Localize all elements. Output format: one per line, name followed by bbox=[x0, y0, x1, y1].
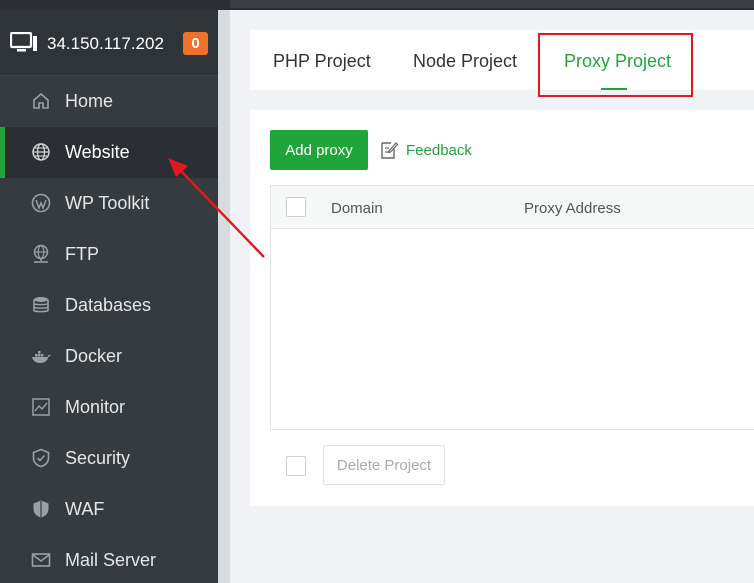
sidebar-item-security[interactable]: Security bbox=[0, 433, 218, 484]
sidebar-item-label: Website bbox=[65, 142, 130, 162]
server-monitor-icon bbox=[10, 32, 37, 52]
proxy-table: Domain Proxy Address bbox=[270, 185, 754, 430]
top-strip bbox=[0, 0, 754, 10]
shield-icon bbox=[32, 448, 50, 468]
server-header: 34.150.117.202 0 bbox=[0, 10, 218, 76]
active-indicator bbox=[0, 127, 5, 178]
home-icon bbox=[33, 92, 49, 109]
wordpress-icon bbox=[31, 193, 51, 213]
monitor-chart-icon bbox=[32, 398, 50, 416]
active-tab-underline bbox=[601, 88, 627, 90]
proxy-list-panel: Add proxy Feedback Domain Proxy Address … bbox=[250, 110, 754, 506]
sidebar: 34.150.117.202 0 Home Website WP Toolkit… bbox=[0, 10, 218, 583]
column-domain: Domain bbox=[331, 200, 383, 217]
sidebar-item-website[interactable]: Website bbox=[0, 127, 218, 178]
sidebar-item-home[interactable]: Home bbox=[0, 76, 218, 127]
server-ip: 34.150.117.202 bbox=[47, 34, 164, 53]
sidebar-item-label: Docker bbox=[65, 346, 123, 366]
sidebar-item-mail-server[interactable]: Mail Server bbox=[0, 535, 218, 583]
sidebar-item-label: FTP bbox=[65, 244, 99, 264]
sidebar-item-label: Monitor bbox=[65, 397, 126, 417]
sidebar-item-label: Home bbox=[65, 91, 114, 111]
tab-node-project[interactable]: Node Project bbox=[413, 30, 517, 90]
waf-shield-icon bbox=[33, 500, 49, 518]
sidebar-item-wp-toolkit[interactable]: WP Toolkit bbox=[0, 178, 218, 229]
docker-icon bbox=[32, 351, 51, 363]
mail-icon bbox=[31, 553, 51, 567]
feedback-edit-icon bbox=[381, 142, 398, 159]
globe-icon bbox=[32, 143, 50, 161]
select-all-checkbox[interactable] bbox=[286, 197, 306, 217]
sidebar-item-label: Mail Server bbox=[65, 550, 157, 570]
sidebar-item-monitor[interactable]: Monitor bbox=[0, 382, 218, 433]
column-proxy-address: Proxy Address bbox=[524, 200, 621, 217]
database-icon bbox=[33, 297, 49, 313]
table-header: Domain Proxy Address bbox=[271, 186, 754, 229]
sidebar-item-ftp[interactable]: FTP bbox=[0, 229, 218, 280]
footer-select-checkbox[interactable] bbox=[286, 456, 306, 476]
ftp-globe-icon bbox=[33, 244, 49, 263]
sidebar-item-waf[interactable]: WAF bbox=[0, 484, 218, 535]
sidebar-item-docker[interactable]: Docker bbox=[0, 331, 218, 382]
sidebar-item-label: Security bbox=[65, 448, 131, 468]
sidebar-item-label: Databases bbox=[65, 295, 152, 315]
sidebar-item-label: WAF bbox=[65, 499, 105, 519]
add-proxy-button[interactable]: Add proxy bbox=[270, 130, 368, 170]
project-tabs: PHP Project Node Project Proxy Project bbox=[250, 30, 754, 90]
notification-badge[interactable]: 0 bbox=[183, 32, 208, 55]
sidebar-item-label: WP Toolkit bbox=[65, 193, 150, 213]
delete-project-button[interactable]: Delete Project bbox=[323, 445, 445, 485]
tab-php-project[interactable]: PHP Project bbox=[273, 30, 371, 90]
sidebar-divider bbox=[218, 10, 230, 583]
sidebar-item-databases[interactable]: Databases bbox=[0, 280, 218, 331]
tab-proxy-project[interactable]: Proxy Project bbox=[564, 30, 671, 90]
